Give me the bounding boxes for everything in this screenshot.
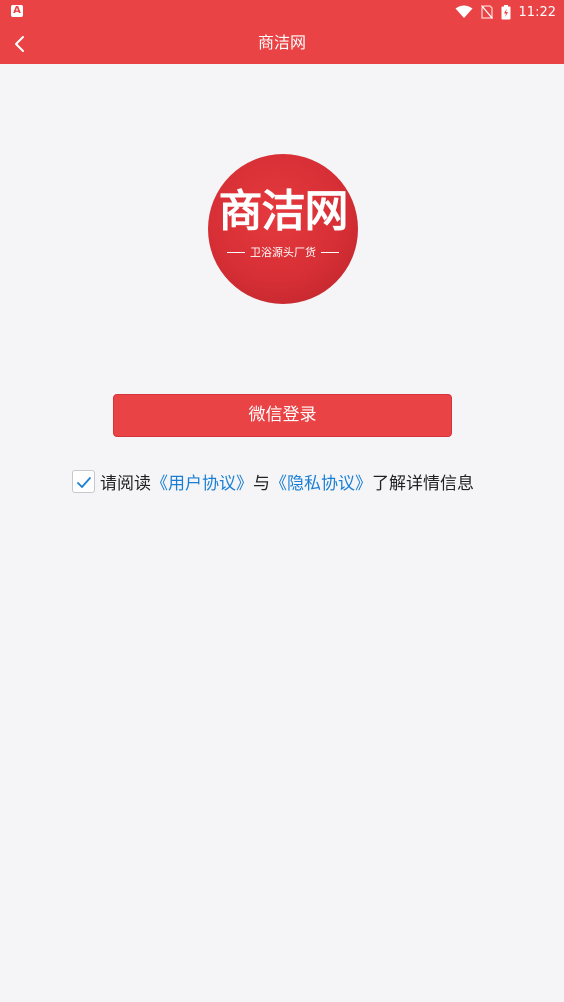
- wechat-login-button[interactable]: 微信登录: [113, 394, 452, 437]
- logo-tagline: 卫浴源头厂货: [208, 244, 358, 260]
- app-logo: 商洁网 卫浴源头厂货: [208, 154, 358, 304]
- logo-tagline-text: 卫浴源头厂货: [250, 246, 316, 259]
- agreement-and: 与: [253, 473, 270, 494]
- no-sim-icon: [480, 5, 493, 19]
- status-time: 11:22: [518, 4, 556, 20]
- status-indicators: 11:22: [455, 0, 556, 24]
- battery-charging-icon: [501, 4, 511, 19]
- checkmark-icon: [77, 476, 91, 488]
- tagline-divider-right: [321, 251, 339, 253]
- agreement-suffix: 了解详情信息: [372, 473, 474, 494]
- agreement-row: 请阅读 《用户协议》 与 《隐私协议》 了解详情信息: [72, 468, 474, 494]
- wifi-icon: [455, 5, 473, 18]
- status-bar: A 11:22: [0, 0, 564, 24]
- nav-bar: 商洁网: [0, 24, 564, 64]
- page-title: 商洁网: [257, 33, 306, 52]
- app-notification-icon: A: [11, 5, 23, 17]
- tagline-divider-left: [227, 251, 245, 253]
- user-agreement-link[interactable]: 《用户协议》: [151, 469, 253, 494]
- agreement-prefix: 请阅读: [100, 473, 151, 494]
- logo-brand-text: 商洁网: [218, 186, 349, 237]
- agreement-checkbox[interactable]: [72, 469, 95, 493]
- privacy-policy-link[interactable]: 《隐私协议》: [270, 469, 372, 494]
